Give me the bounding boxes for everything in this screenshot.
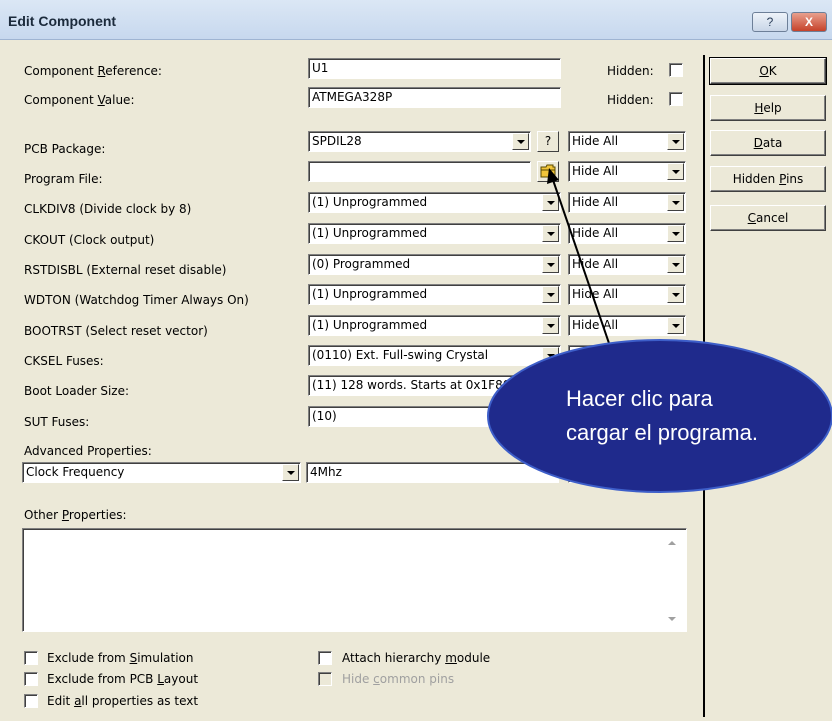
advanced-property-select[interactable]: Clock Frequency xyxy=(22,462,301,483)
cancel-button[interactable]: Cancel xyxy=(710,205,826,231)
hide-common-pins-checkbox xyxy=(318,672,332,686)
data-button[interactable]: Data xyxy=(710,130,826,156)
chevron-down-icon[interactable] xyxy=(667,194,684,211)
boot-loader-size-label: Boot Loader Size: xyxy=(24,384,130,398)
advanced-property-value-input[interactable]: 4Mhz xyxy=(306,462,559,483)
ckout-visibility-select[interactable]: Hide All xyxy=(568,223,686,244)
package-query-button[interactable]: ? xyxy=(537,131,559,152)
value-hidden-label: Hidden: xyxy=(607,93,654,107)
callout-line-1: Hacer clic para xyxy=(566,386,713,411)
callout-text: Hacer clic para cargar el programa. xyxy=(566,382,828,450)
other-properties-label: Other Properties: xyxy=(24,508,127,522)
sut-fuses-label: SUT Fuses: xyxy=(24,415,90,429)
cksel-select[interactable]: (0110) Ext. Full-swing Crystal xyxy=(308,345,561,366)
program-file-label: Program File: xyxy=(24,172,103,186)
program-file-input[interactable] xyxy=(308,161,531,182)
chevron-down-icon[interactable] xyxy=(542,286,559,303)
chevron-down-icon[interactable] xyxy=(542,225,559,242)
component-reference-label: Component Reference: xyxy=(24,64,162,78)
other-properties-textarea[interactable] xyxy=(22,528,687,632)
chevron-down-icon[interactable] xyxy=(542,256,559,273)
cksel-label: CKSEL Fuses: xyxy=(24,354,104,368)
title-help-button[interactable]: ? xyxy=(752,12,788,32)
clkdiv8-select[interactable]: (1) Unprogrammed xyxy=(308,192,561,213)
chevron-down-icon[interactable] xyxy=(542,194,559,211)
wdton-label: WDTON (Watchdog Timer Always On) xyxy=(24,293,249,307)
chevron-down-icon[interactable] xyxy=(667,225,684,242)
chevron-down-icon[interactable] xyxy=(667,256,684,273)
bootrst-label: BOOTRST (Select reset vector) xyxy=(24,324,208,338)
attach-hierarchy-label: Attach hierarchy module xyxy=(342,651,491,665)
chevron-down-icon[interactable] xyxy=(282,464,299,481)
exclude-pcb-checkbox[interactable] xyxy=(24,672,38,686)
cksel-visibility-select[interactable]: Hid xyxy=(568,345,686,366)
chevron-down-icon[interactable] xyxy=(667,163,684,180)
hidden-pins-button[interactable]: Hidden Pins xyxy=(710,166,826,192)
folder-icon xyxy=(540,164,556,178)
title-bar: Edit Component ? X xyxy=(0,0,832,40)
help-button[interactable]: Help xyxy=(710,95,826,121)
reference-hidden-checkbox[interactable] xyxy=(669,63,683,77)
exclude-simulation-label: Exclude from Simulation xyxy=(47,651,194,665)
advanced-property-visibility-select[interactable] xyxy=(568,462,686,483)
ok-button[interactable]: OK xyxy=(709,57,827,85)
advanced-properties-label: Advanced Properties: xyxy=(24,444,152,458)
chevron-down-icon[interactable] xyxy=(542,317,559,334)
wdton-visibility-select[interactable]: Hide All xyxy=(568,284,686,305)
chevron-down-icon[interactable] xyxy=(667,317,684,334)
edit-as-text-checkbox[interactable] xyxy=(24,694,38,708)
clkdiv8-label: CLKDIV8 (Divide clock by 8) xyxy=(24,202,192,216)
chevron-down-icon[interactable] xyxy=(512,133,529,150)
ckout-label: CKOUT (Clock output) xyxy=(24,233,155,247)
component-reference-input[interactable]: U1 xyxy=(308,58,561,79)
wdton-select[interactable]: (1) Unprogrammed xyxy=(308,284,561,305)
window-title: Edit Component xyxy=(8,13,117,29)
exclude-simulation-checkbox[interactable] xyxy=(24,651,38,665)
boot-loader-size-select[interactable]: (11) 128 words. Starts at 0x1F80 xyxy=(308,375,561,396)
bootrst-visibility-select[interactable]: Hide All xyxy=(568,315,686,336)
pcb-package-visibility-select[interactable]: Hide All xyxy=(568,131,686,152)
title-close-button[interactable]: X xyxy=(791,12,827,32)
exclude-pcb-label: Exclude from PCB Layout xyxy=(47,672,199,686)
hide-common-pins-label: Hide common pins xyxy=(342,672,455,686)
bootrst-select[interactable]: (1) Unprogrammed xyxy=(308,315,561,336)
chevron-down-icon[interactable] xyxy=(667,286,684,303)
edit-as-text-label: Edit all properties as text xyxy=(47,694,199,708)
component-value-input[interactable]: ATMEGA328P xyxy=(308,87,561,108)
rstdisbl-visibility-select[interactable]: Hide All xyxy=(568,254,686,275)
rstdisbl-label: RSTDISBL (External reset disable) xyxy=(24,263,227,277)
pcb-package-label: PCB Package: xyxy=(24,142,106,156)
component-value-label: Component Value: xyxy=(24,93,135,107)
scroll-down-icon[interactable] xyxy=(668,617,676,621)
browse-folder-button[interactable] xyxy=(537,161,559,182)
reference-hidden-label: Hidden: xyxy=(607,64,654,78)
scroll-up-icon[interactable] xyxy=(668,541,676,545)
callout-line-2: cargar el programa. xyxy=(566,420,758,445)
pcb-package-select[interactable]: SPDIL28 xyxy=(308,131,531,152)
value-hidden-checkbox[interactable] xyxy=(669,92,683,106)
clkdiv8-visibility-select[interactable]: Hide All xyxy=(568,192,686,213)
ckout-select[interactable]: (1) Unprogrammed xyxy=(308,223,561,244)
program-file-visibility-select[interactable]: Hide All xyxy=(568,161,686,182)
sut-fuses-select[interactable]: (10) xyxy=(308,406,561,427)
rstdisbl-select[interactable]: (0) Programmed xyxy=(308,254,561,275)
chevron-down-icon[interactable] xyxy=(542,347,559,364)
chevron-down-icon[interactable] xyxy=(667,133,684,150)
attach-hierarchy-checkbox[interactable] xyxy=(318,651,332,665)
